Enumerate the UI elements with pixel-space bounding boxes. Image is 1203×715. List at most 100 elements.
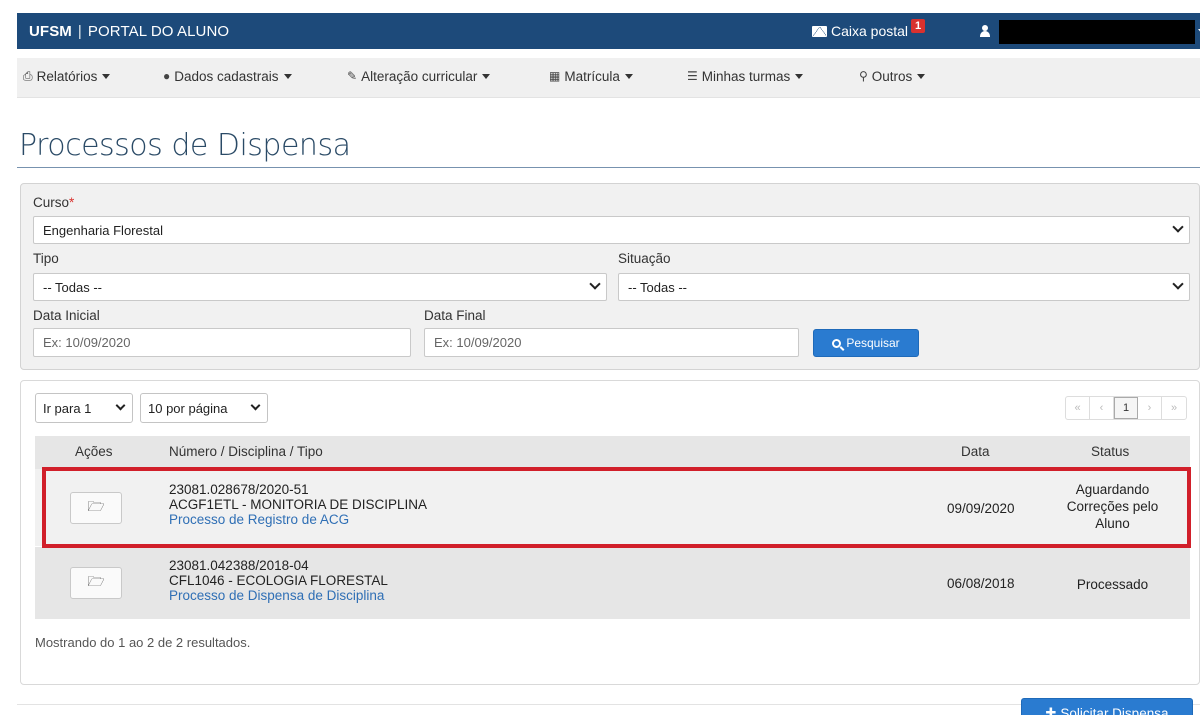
process-discipline: CFL1046 - ECOLOGIA FLORESTAL bbox=[169, 573, 388, 588]
pager-first-button[interactable]: « bbox=[1066, 397, 1090, 419]
page-title: Processos de Dispensa bbox=[19, 128, 351, 163]
table-icon: ▦ bbox=[549, 69, 561, 83]
user-name-redacted[interactable] bbox=[999, 20, 1195, 44]
chevron-down-icon bbox=[115, 400, 126, 411]
envelope-icon bbox=[812, 25, 827, 37]
per-page-value: 10 por página bbox=[148, 400, 228, 416]
process-number: 23081.028678/2020-51 bbox=[169, 482, 309, 497]
user-menu-caret-icon[interactable] bbox=[1198, 29, 1203, 34]
per-page-select[interactable]: 10 por página bbox=[140, 393, 268, 423]
user-icon: ● bbox=[163, 69, 171, 83]
caret-down-icon bbox=[624, 73, 633, 79]
process-type-link[interactable]: Processo de Registro de ACG bbox=[169, 512, 427, 527]
print-icon: ⎙ bbox=[23, 68, 33, 83]
curso-select[interactable]: Engenharia Florestal bbox=[33, 216, 1190, 244]
caret-down-icon bbox=[283, 73, 292, 79]
nav-relatorios[interactable]: ⎙ Relatórios bbox=[23, 58, 111, 94]
pager-prev-button[interactable]: ‹ bbox=[1090, 397, 1114, 419]
nav-outros[interactable]: ⚲ Outros bbox=[859, 58, 926, 94]
nav-dados-cadastrais[interactable]: ● Dados cadastrais bbox=[163, 58, 292, 94]
user-icon[interactable] bbox=[980, 25, 990, 37]
chevron-down-icon bbox=[589, 278, 601, 290]
open-process-button[interactable]: 🗁 bbox=[70, 567, 122, 599]
pagination: « ‹ 1 › » bbox=[1065, 396, 1187, 420]
title-divider bbox=[17, 167, 1200, 168]
curso-label-text: Curso bbox=[33, 195, 70, 210]
edit-icon: ✎ bbox=[347, 69, 358, 83]
process-info: 23081.042388/2018-04 CFL1046 - ECOLOGIA … bbox=[169, 558, 388, 603]
sitemap-icon: ⚲ bbox=[859, 69, 868, 83]
chevron-down-icon bbox=[1172, 278, 1184, 290]
process-info: 23081.028678/2020-51 ACGF1ETL - MONITORI… bbox=[169, 482, 427, 527]
nav-turmas-label: Minhas turmas bbox=[701, 68, 791, 84]
goto-page-value: Ir para 1 bbox=[43, 400, 92, 416]
process-type-link[interactable]: Processo de Dispensa de Disciplina bbox=[169, 588, 388, 603]
tipo-select[interactable]: -- Todas -- bbox=[33, 273, 607, 301]
chevron-down-icon bbox=[250, 400, 261, 411]
nav-relatorios-label: Relatórios bbox=[36, 68, 98, 84]
plus-icon: ✚ bbox=[1045, 705, 1057, 715]
brand[interactable]: UFSM | PORTAL DO ALUNO bbox=[29, 23, 229, 40]
status-line: Aguardando bbox=[1075, 482, 1150, 497]
nav-outros-label: Outros bbox=[871, 68, 913, 84]
search-button[interactable]: Pesquisar bbox=[813, 329, 919, 357]
curso-select-value: Engenharia Florestal bbox=[43, 222, 163, 238]
brand-portal: PORTAL DO ALUNO bbox=[87, 22, 230, 40]
data-final-label: Data Final bbox=[424, 308, 486, 323]
main-nav: ⎙ Relatórios ● Dados cadastrais ✎ Alteração… bbox=[17, 58, 1200, 98]
search-button-label: Pesquisar bbox=[846, 336, 900, 350]
status-line: Processado bbox=[1076, 577, 1149, 592]
list-icon: ☰ bbox=[687, 69, 698, 83]
brand-ufsm: UFSM bbox=[29, 22, 72, 40]
data-inicial-label: Data Inicial bbox=[33, 308, 100, 323]
mailbox-label: Caixa postal bbox=[831, 23, 909, 39]
curso-label: Curso* bbox=[33, 195, 74, 210]
nav-alteracao-label: Alteração curricular bbox=[361, 68, 478, 84]
folder-open-icon: 🗁 bbox=[87, 573, 105, 589]
goto-page-select[interactable]: Ir para 1 bbox=[35, 393, 133, 423]
tipo-select-value: -- Todas -- bbox=[43, 279, 102, 295]
situacao-label: Situação bbox=[618, 251, 671, 266]
chevron-down-icon bbox=[1172, 221, 1184, 233]
situacao-select[interactable]: -- Todas -- bbox=[618, 273, 1190, 301]
results-panel: Ir para 1 10 por página « ‹ 1 › » Ações … bbox=[20, 380, 1200, 685]
pager-current-page[interactable]: 1 bbox=[1114, 397, 1138, 419]
data-inicial-input[interactable]: Ex: 10/09/2020 bbox=[33, 328, 411, 357]
data-final-placeholder: Ex: 10/09/2020 bbox=[434, 335, 522, 350]
filter-panel: Curso* Engenharia Florestal Tipo -- Toda… bbox=[20, 183, 1200, 370]
brand-separator: | bbox=[77, 22, 82, 40]
process-discipline: ACGF1ETL - MONITORIA DE DISCIPLINA bbox=[169, 497, 428, 512]
data-final-input[interactable]: Ex: 10/09/2020 bbox=[424, 328, 799, 357]
nav-alteracao-curricular[interactable]: ✎ Alteração curricular bbox=[347, 58, 491, 94]
mailbox-link[interactable]: Caixa postal 1 bbox=[812, 13, 926, 49]
nav-minhas-turmas[interactable]: ☰ Minhas turmas bbox=[687, 58, 804, 94]
folder-open-icon: 🗁 bbox=[87, 498, 105, 514]
nav-matricula[interactable]: ▦ Matrícula bbox=[549, 58, 633, 94]
nav-matricula-label: Matrícula bbox=[564, 68, 620, 84]
caret-down-icon bbox=[917, 73, 926, 79]
situacao-select-value: -- Todas -- bbox=[628, 279, 687, 295]
pager-last-button[interactable]: » bbox=[1162, 397, 1186, 419]
tipo-label: Tipo bbox=[33, 251, 59, 266]
open-process-button[interactable]: 🗁 bbox=[70, 492, 122, 524]
col-numero: Número / Disciplina / Tipo bbox=[169, 444, 323, 459]
process-status: Processado bbox=[1045, 576, 1180, 593]
request-dispensa-button[interactable]: ✚ Solicitar Dispensa bbox=[1021, 698, 1193, 715]
col-acoes: Ações bbox=[75, 444, 113, 459]
request-dispensa-label: Solicitar Dispensa bbox=[1060, 705, 1169, 715]
pager-next-button[interactable]: › bbox=[1138, 397, 1162, 419]
caret-down-icon bbox=[482, 73, 491, 79]
table-header: Ações Número / Disciplina / Tipo Data St… bbox=[35, 436, 1190, 469]
status-line: Aluno bbox=[1095, 516, 1130, 531]
mailbox-count-badge: 1 bbox=[911, 19, 926, 33]
process-date: 09/09/2020 bbox=[947, 501, 1015, 516]
process-number: 23081.042388/2018-04 bbox=[169, 558, 309, 573]
data-inicial-placeholder: Ex: 10/09/2020 bbox=[43, 335, 131, 350]
col-data: Data bbox=[961, 444, 990, 459]
table-row: 🗁 23081.028678/2020-51 ACGF1ETL - MONITO… bbox=[35, 469, 1190, 546]
caret-down-icon bbox=[102, 73, 111, 79]
required-marker: * bbox=[69, 195, 75, 210]
nav-dados-label: Dados cadastrais bbox=[174, 68, 279, 84]
top-bar: UFSM | PORTAL DO ALUNO Caixa postal 1 bbox=[17, 13, 1203, 49]
process-status: Aguardando Correções pelo Aluno bbox=[1045, 481, 1180, 532]
